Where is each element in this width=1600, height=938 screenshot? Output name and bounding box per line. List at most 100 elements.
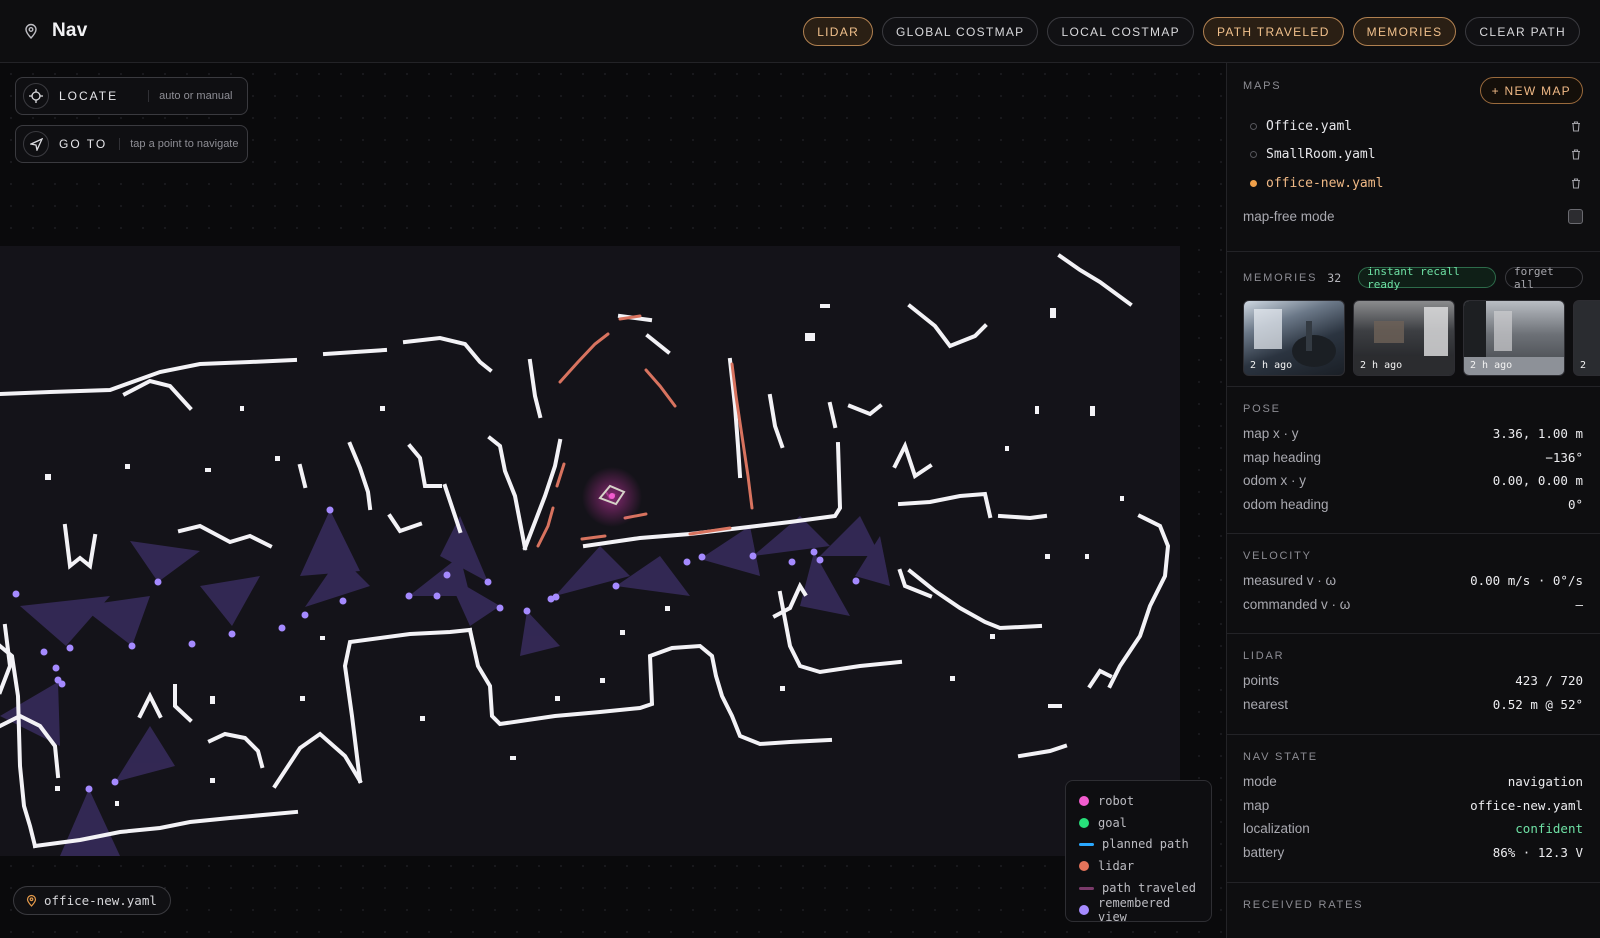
legend-label: lidar [1098, 859, 1135, 874]
map-free-mode-row: map-free mode [1243, 208, 1583, 224]
clear-path-button[interactable]: CLEAR PATH [1465, 17, 1580, 46]
nav-state-row: map office-new.yaml [1243, 794, 1583, 818]
map-item-name: SmallRoom.yaml [1266, 147, 1376, 163]
memory-age: 2 h ago [1470, 360, 1513, 371]
toggle-path-traveled[interactable]: PATH TRAVELED [1202, 17, 1344, 46]
memory-age: 2 h ago [1360, 360, 1403, 371]
radio-selected-icon [1250, 179, 1257, 187]
forget-all-button[interactable]: forget all [1505, 265, 1583, 291]
localization-status: confident [1515, 821, 1583, 837]
velocity-key: commanded v · ω [1243, 596, 1351, 612]
lidar-value: 423 / 720 [1515, 673, 1583, 689]
occupancy-map[interactable] [0, 246, 1180, 856]
recall-status-badge: instant recall ready [1358, 265, 1497, 291]
toggle-global-costmap[interactable]: GLOBAL COSTMAP [882, 17, 1039, 46]
pose-heading: POSE [1243, 403, 1281, 415]
pose-value: −136° [1545, 449, 1583, 465]
remembered-view-swatch [1079, 904, 1089, 915]
pose-row: odom x · y 0.00, 0.00 m [1243, 469, 1583, 493]
lidar-value: 0.52 m @ 52° [1492, 696, 1583, 712]
current-map-name: office-new.yaml [44, 893, 157, 908]
crosshair-icon [23, 83, 49, 109]
received-rates-heading: RECEIVED RATES [1243, 899, 1364, 911]
velocity-heading: VELOCITY [1243, 550, 1312, 562]
top-bar: Nav LIDAR GLOBAL COSTMAP LOCAL COSTMAP P… [0, 0, 1600, 63]
memory-age: 2 [1580, 360, 1587, 371]
pose-value: 0.00, 0.00 m [1492, 473, 1583, 489]
nav-state-value: office-new.yaml [1470, 797, 1583, 813]
map-free-mode-checkbox[interactable] [1568, 208, 1583, 224]
nav-state-key: mode [1243, 774, 1277, 790]
received-rates-section: RECEIVED RATES [1227, 883, 1600, 911]
memory-age: 2 h ago [1250, 360, 1293, 371]
current-map-chip[interactable]: office-new.yaml [13, 886, 171, 915]
pose-key: odom x · y [1243, 473, 1307, 489]
legend-label: planned path [1102, 837, 1189, 852]
map-list: Office.yaml SmallRoom.yaml office-new.ya… [1243, 112, 1583, 198]
map-item-name: Office.yaml [1266, 118, 1353, 134]
map-canvas[interactable]: LOCATE auto or manual GO TO tap a point … [0, 63, 1226, 938]
locate-button[interactable]: LOCATE auto or manual [15, 77, 248, 115]
goal-swatch [1079, 817, 1089, 828]
legend-remembered-view: remembered view [1079, 896, 1198, 924]
radio-icon [1250, 122, 1257, 130]
pose-key: map heading [1243, 449, 1322, 465]
legend-label: robot [1098, 793, 1135, 808]
pose-section: POSE map x · y 3.36, 1.00 m map heading −1… [1227, 387, 1600, 534]
memories-section: MEMORIES 32 instant recall ready forget … [1227, 252, 1600, 387]
radio-icon [1250, 151, 1257, 159]
new-map-button[interactable]: + NEW MAP [1479, 77, 1583, 104]
navigate-arrow-icon [23, 131, 49, 157]
nav-state-heading: NAV STATE [1243, 751, 1318, 763]
map-item-office[interactable]: Office.yaml [1243, 112, 1583, 141]
velocity-value: — [1575, 596, 1583, 612]
pose-value: 0° [1567, 496, 1583, 512]
memory-thumbnail[interactable]: 2 h ago [1463, 300, 1565, 376]
path-traveled-swatch [1079, 886, 1094, 890]
map-item-office-new[interactable]: office-new.yaml [1243, 169, 1583, 198]
lidar-heading: LIDAR [1243, 650, 1285, 662]
location-pin-icon [25, 23, 37, 40]
memory-thumbnail[interactable]: 2 [1573, 300, 1600, 376]
location-pin-icon [26, 894, 37, 907]
nav-state-value: 86% · 12.3 V [1492, 844, 1583, 860]
memory-thumbnail[interactable]: 2 h ago [1353, 300, 1455, 376]
memories-header: MEMORIES 32 instant recall ready forget … [1243, 265, 1583, 291]
lidar-row: points 423 / 720 [1243, 669, 1583, 693]
robot-marker[interactable] [582, 467, 642, 527]
legend-robot: robot [1079, 790, 1198, 812]
toggle-lidar[interactable]: LIDAR [803, 17, 874, 46]
trash-icon[interactable] [1571, 178, 1581, 189]
legend-label: goal [1098, 815, 1127, 830]
nav-state-value: navigation [1507, 774, 1583, 790]
velocity-row: measured v · ω 0.00 m/s · 0°/s [1243, 569, 1583, 593]
layer-toggles: LIDAR GLOBAL COSTMAP LOCAL COSTMAP PATH … [803, 17, 1580, 46]
sidebar: MAPS + NEW MAP Office.yaml SmallRoom.yam… [1226, 63, 1600, 938]
trash-icon[interactable] [1571, 121, 1581, 132]
robot-swatch [1079, 795, 1089, 806]
go-to-button[interactable]: GO TO tap a point to navigate [15, 125, 248, 163]
memory-thumbnail[interactable]: 2 h ago [1243, 300, 1345, 376]
pose-row: odom heading 0° [1243, 493, 1583, 517]
legend-goal: goal [1079, 812, 1198, 834]
lidar-key: nearest [1243, 696, 1289, 712]
toggle-memories[interactable]: MEMORIES [1352, 17, 1457, 46]
velocity-row: commanded v · ω — [1243, 593, 1583, 617]
velocity-value: 0.00 m/s · 0°/s [1470, 573, 1583, 589]
toggle-local-costmap[interactable]: LOCAL COSTMAP [1047, 17, 1194, 46]
map-free-mode-label: map-free mode [1243, 208, 1335, 224]
nav-state-section: NAV STATE mode navigation map office-new.y… [1227, 735, 1600, 883]
locate-label: LOCATE [59, 89, 119, 103]
locate-hint: auto or manual [148, 90, 233, 102]
trash-icon[interactable] [1571, 149, 1581, 160]
go-to-hint: tap a point to navigate [119, 138, 238, 150]
maps-section: MAPS + NEW MAP Office.yaml SmallRoom.yam… [1227, 63, 1600, 252]
pose-value: 3.36, 1.00 m [1492, 426, 1583, 442]
lidar-key: points [1243, 673, 1280, 689]
legend-planned-path: planned path [1079, 834, 1198, 856]
pose-row: map heading −136° [1243, 446, 1583, 470]
nav-state-row: mode navigation [1243, 770, 1583, 794]
velocity-section: VELOCITY measured v · ω 0.00 m/s · 0°/s c… [1227, 534, 1600, 634]
map-item-smallroom[interactable]: SmallRoom.yaml [1243, 141, 1583, 170]
map-legend: robot goal planned path lidar path trave… [1065, 780, 1212, 924]
